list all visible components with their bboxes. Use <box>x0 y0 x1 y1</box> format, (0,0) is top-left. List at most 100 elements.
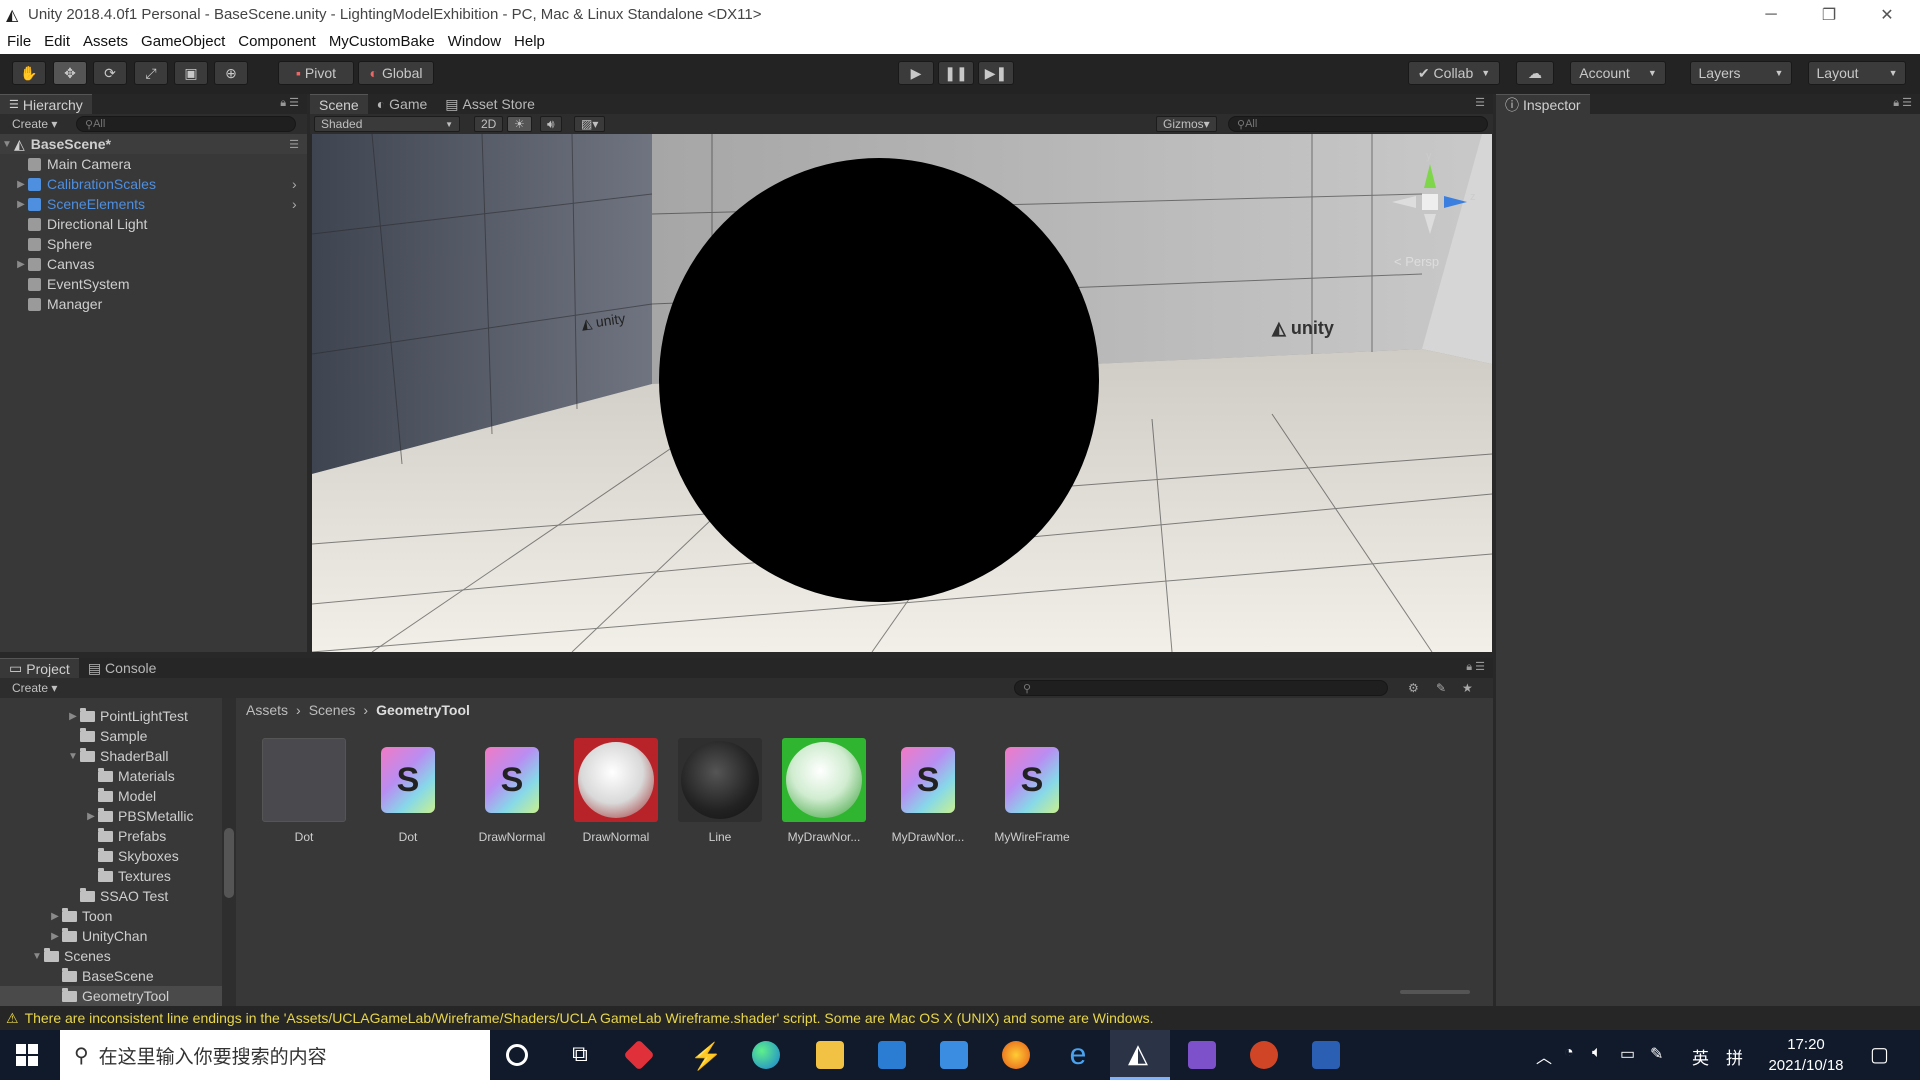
breadcrumb-scenes[interactable]: Scenes <box>309 702 356 718</box>
project-search-input[interactable]: ⚲ <box>1014 680 1388 696</box>
menu-mycustombake[interactable]: MyCustomBake <box>329 33 435 50</box>
tab-hierarchy[interactable]: ☰ Hierarchy <box>0 94 92 114</box>
shading-mode-dropdown[interactable]: Shaded ▼ <box>314 116 460 132</box>
expand-arrow-icon[interactable]: ▶ <box>14 199 28 210</box>
2d-toggle[interactable]: 2D <box>474 116 504 132</box>
store-icon[interactable] <box>878 1041 906 1069</box>
menu-window[interactable]: Window <box>448 33 501 50</box>
menu-help[interactable]: Help <box>514 33 545 50</box>
network-icon[interactable]: ◔ <box>1564 1044 1574 1062</box>
hierarchy-item[interactable]: Manager <box>0 294 307 314</box>
play-button[interactable]: ▶ <box>898 61 934 85</box>
edge-icon[interactable] <box>752 1041 780 1069</box>
maximize-button[interactable]: ❐ <box>1806 0 1852 29</box>
account-dropdown[interactable]: Account ▼ <box>1570 61 1666 85</box>
close-button[interactable]: ✕ <box>1864 0 1910 29</box>
file-explorer-icon[interactable] <box>816 1041 844 1069</box>
rotate-tool-icon[interactable]: ⟳ <box>93 61 127 85</box>
favorite-icon[interactable]: ★ <box>1462 681 1473 695</box>
tab-scene[interactable]: Scene <box>310 94 368 114</box>
expand-arrow-icon[interactable]: ▶ <box>48 911 62 922</box>
project-folder-item[interactable]: GeometryTool <box>0 986 222 1006</box>
asset-item[interactable]: S MyDrawNor... <box>878 738 978 844</box>
project-folder-item[interactable]: Materials <box>0 766 222 786</box>
windows-start-icon[interactable] <box>16 1044 38 1066</box>
lock-icon[interactable]: 🔒︎ ☰ <box>1893 96 1912 110</box>
layout-dropdown[interactable]: Layout ▼ <box>1808 61 1906 85</box>
pause-button[interactable]: ❚❚ <box>938 61 974 85</box>
filter-label-icon[interactable]: ✎ <box>1436 681 1446 695</box>
pivot-toggle[interactable]: ▪ Pivot <box>278 61 354 85</box>
asset-item[interactable]: S MyWireFrame <box>982 738 1082 844</box>
asset-item[interactable]: S DrawNormal <box>462 738 562 844</box>
expand-arrow-icon[interactable]: ▼ <box>30 951 44 962</box>
tab-inspector[interactable]: ⓘ Inspector <box>1496 94 1590 114</box>
persp-label[interactable]: < Persp <box>1394 254 1439 269</box>
global-toggle[interactable]: ◐ Global <box>358 61 434 85</box>
project-folder-item[interactable]: Model <box>0 786 222 806</box>
app-blue-bolt-icon[interactable]: ⚡ <box>690 1041 722 1071</box>
chevron-right-icon[interactable]: › <box>292 196 297 212</box>
sphere-object[interactable] <box>659 158 1099 602</box>
hierarchy-item[interactable]: EventSystem <box>0 274 307 294</box>
minimize-button[interactable]: ─ <box>1748 0 1794 29</box>
chevron-up-icon[interactable]: ︿ <box>1536 1044 1552 1068</box>
clock-date[interactable]: 2021/10/18 <box>1760 1057 1852 1074</box>
expand-arrow-icon[interactable]: ▼ <box>66 751 80 762</box>
expand-arrow-icon[interactable]: ▶ <box>84 811 98 822</box>
project-folder-item[interactable]: ▼ ShaderBall <box>0 746 222 766</box>
project-folder-item[interactable]: ▶ Toon <box>0 906 222 926</box>
console-status-bar[interactable]: ⚠ There are inconsistent line endings in… <box>0 1006 1920 1030</box>
scene-menu-icon[interactable]: ☰ <box>289 138 299 151</box>
asset-item[interactable]: Line <box>670 738 770 844</box>
chevron-right-icon[interactable]: › <box>292 176 297 192</box>
cortana-icon[interactable] <box>506 1044 528 1066</box>
cloud-button[interactable]: ☁ <box>1516 61 1554 85</box>
hierarchy-search-input[interactable]: ⚲ All <box>76 116 296 132</box>
taskbar-search-input[interactable]: ⚲ 在这里输入你要搜索的内容 <box>60 1030 490 1080</box>
expand-arrow-icon[interactable]: ▶ <box>14 259 28 270</box>
hierarchy-item[interactable]: ▶ Canvas <box>0 254 307 274</box>
scene-search-input[interactable]: ⚲ All <box>1228 116 1488 132</box>
project-folder-item[interactable]: ▼ Scenes <box>0 946 222 966</box>
tab-project[interactable]: ▭ Project <box>0 658 79 678</box>
hand-tool-icon[interactable]: ✋ <box>12 61 46 85</box>
hierarchy-item[interactable]: Sphere <box>0 234 307 254</box>
pen-icon[interactable]: ✎ <box>1650 1044 1663 1064</box>
app-red-diamond-icon[interactable] <box>623 1039 655 1071</box>
hierarchy-item[interactable]: Directional Light <box>0 214 307 234</box>
project-folder-item[interactable]: Skyboxes <box>0 846 222 866</box>
menu-gameobject[interactable]: GameObject <box>141 33 225 50</box>
lighting-toggle[interactable]: ☀ <box>507 116 532 132</box>
breadcrumb-geometrytool[interactable]: GeometryTool <box>376 702 470 718</box>
firefox-icon[interactable] <box>1002 1041 1030 1069</box>
menu-file[interactable]: File <box>7 33 31 50</box>
project-folder-item[interactable]: Sample <box>0 726 222 746</box>
scale-tool-icon[interactable]: ⤢ <box>134 61 168 85</box>
tree-scrollbar-thumb[interactable] <box>224 828 234 898</box>
visual-studio-icon[interactable] <box>1188 1041 1216 1069</box>
step-button[interactable]: ▶❚ <box>978 61 1014 85</box>
hierarchy-create-button[interactable]: Create ▾ <box>12 117 57 131</box>
project-folder-item[interactable]: ▶ PBSMetallic <box>0 806 222 826</box>
menu-component[interactable]: Component <box>238 33 316 50</box>
audio-toggle[interactable]: 🔊︎ <box>540 116 562 132</box>
gizmos-dropdown[interactable]: Gizmos ▾ <box>1156 116 1217 132</box>
ime-language[interactable]: 英 <box>1692 1044 1709 1069</box>
notification-icon[interactable]: ▢ <box>1870 1042 1889 1067</box>
menu-assets[interactable]: Assets <box>83 33 128 50</box>
battery-icon[interactable]: ▭ <box>1620 1044 1635 1064</box>
breadcrumb-assets[interactable]: Assets <box>246 702 288 718</box>
transform-tool-icon[interactable]: ⊕ <box>214 61 248 85</box>
hierarchy-item[interactable]: ▶ SceneElements › <box>0 194 307 214</box>
lock-icon[interactable]: 🔒︎ ☰ <box>1466 660 1485 674</box>
effects-dropdown[interactable]: ▨ ▾ <box>574 116 606 132</box>
collab-dropdown[interactable]: ✔ Collab ▼ <box>1408 61 1500 85</box>
thumbnail-size-slider[interactable] <box>1400 990 1470 994</box>
internet-explorer-icon[interactable]: e <box>1064 1040 1092 1070</box>
hierarchy-item[interactable]: ▶ CalibrationScales › <box>0 174 307 194</box>
move-tool-icon[interactable]: ✥ <box>53 61 87 85</box>
project-folder-item[interactable]: ▶ PointLightTest <box>0 706 222 726</box>
expand-arrow-icon[interactable]: ▶ <box>48 931 62 942</box>
tab-asset-store[interactable]: ▤ Asset Store <box>436 94 544 114</box>
